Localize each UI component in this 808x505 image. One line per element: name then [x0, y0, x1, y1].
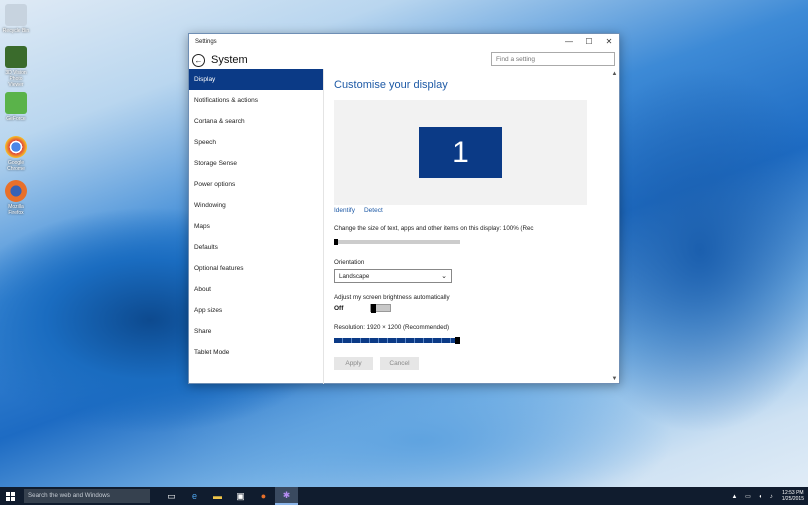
- desktop-icon-label: Recycle Bin: [2, 28, 30, 34]
- display-settings-panel: Customise your display 1 Identify Detect…: [334, 69, 612, 384]
- start-button[interactable]: [0, 487, 20, 505]
- apply-button[interactable]: Apply: [334, 357, 373, 370]
- system-tray: ▲ ▭ ◖ ♪ 12:53 PM 1/25/2015: [732, 487, 804, 505]
- orientation-value: Landscape: [339, 273, 370, 280]
- scale-slider-track[interactable]: [334, 240, 460, 244]
- scroll-down-icon[interactable]: ▼: [610, 374, 619, 384]
- minimize-button[interactable]: —: [559, 34, 579, 49]
- search-input[interactable]: Find a setting: [491, 52, 615, 66]
- recycle-bin-icon: [5, 4, 27, 26]
- page-title: System: [211, 54, 248, 66]
- brightness-toggle[interactable]: [370, 304, 391, 313]
- identify-link[interactable]: Identify: [334, 207, 355, 214]
- sidebar-item-maps[interactable]: Maps: [189, 216, 323, 237]
- file-explorer-icon[interactable]: ▬: [206, 487, 229, 505]
- window-title: Settings: [195, 38, 217, 45]
- close-button[interactable]: ✕: [599, 34, 619, 49]
- desktop-icon-label: 3D Vision Photo Viewer: [5, 70, 27, 88]
- cancel-button[interactable]: Cancel: [380, 357, 419, 370]
- store-icon[interactable]: ▣: [229, 487, 252, 505]
- desktop-icon-photo-viewer[interactable]: 3D Vision Photo Viewer: [2, 46, 30, 88]
- title-bar[interactable]: Settings — ☐ ✕: [189, 34, 619, 49]
- sidebar-item-tablet-mode[interactable]: Tablet Mode: [189, 342, 323, 363]
- display-links: Identify Detect: [334, 207, 383, 214]
- scroll-up-icon[interactable]: ▲: [610, 69, 619, 79]
- back-arrow-icon[interactable]: ←: [192, 53, 205, 67]
- sidebar-item-display[interactable]: Display: [189, 69, 323, 90]
- settings-taskbar-icon[interactable]: ✱: [275, 487, 298, 505]
- display-preview: 1: [334, 100, 587, 205]
- windows-logo-icon: [5, 491, 15, 501]
- photo-viewer-icon: [5, 46, 27, 68]
- geforce-icon: [5, 92, 27, 114]
- tray-icons[interactable]: ▲ ▭ ◖ ♪: [732, 493, 776, 500]
- clock[interactable]: 12:53 PM 1/25/2015: [782, 490, 804, 502]
- settings-window: Settings — ☐ ✕ ← System Find a setting D…: [188, 33, 620, 384]
- sidebar-item-about[interactable]: About: [189, 279, 323, 300]
- desktop-icon-firefox[interactable]: Mozilla Firefox: [2, 180, 30, 216]
- sidebar-item-app-sizes[interactable]: App sizes: [189, 300, 323, 321]
- sidebar-item-windowing[interactable]: Windowing: [189, 195, 323, 216]
- chrome-icon: [5, 136, 27, 158]
- desktop-icon-label: Google Chrome: [7, 160, 25, 172]
- sidebar-item-cortana[interactable]: Cortana & search: [189, 111, 323, 132]
- desktop-icon-recycle-bin[interactable]: Recycle Bin: [2, 4, 30, 34]
- chevron-down-icon: ⌄: [441, 273, 447, 280]
- desktop-icon-chrome[interactable]: Google Chrome: [2, 136, 30, 172]
- resolution-slider-track[interactable]: [334, 338, 460, 343]
- sidebar-item-share[interactable]: Share: [189, 321, 323, 342]
- taskbar: Search the web and Windows ▭ e ▬ ▣ ● ✱ ▲…: [0, 487, 808, 505]
- sidebar-item-notifications[interactable]: Notifications & actions: [189, 90, 323, 111]
- scale-label: Change the size of text, apps and other …: [334, 225, 534, 232]
- monitor-tile[interactable]: 1: [419, 127, 502, 178]
- browser-e-icon[interactable]: e: [183, 487, 206, 505]
- desktop-icon-label: GeForce: [6, 116, 26, 122]
- task-view-icon[interactable]: ▭: [160, 487, 183, 505]
- firefox-taskbar-icon[interactable]: ●: [252, 487, 275, 505]
- resolution-label: Resolution: 1920 × 1200 (Recommended): [334, 324, 450, 331]
- sidebar-item-storage-sense[interactable]: Storage Sense: [189, 153, 323, 174]
- scrollbar[interactable]: ▲ ▼: [610, 69, 619, 384]
- brightness-label: Adjust my screen brightness automaticall…: [334, 294, 450, 301]
- toggle-knob: [371, 304, 376, 313]
- desktop-icon-label: Mozilla Firefox: [8, 204, 24, 216]
- settings-header: ← System Find a setting: [189, 49, 619, 71]
- taskbar-search-input[interactable]: Search the web and Windows: [24, 489, 150, 503]
- resolution-slider-thumb[interactable]: [455, 337, 460, 344]
- orientation-label: Orientation: [334, 259, 365, 266]
- orientation-dropdown[interactable]: Landscape ⌄: [334, 269, 452, 283]
- maximize-button[interactable]: ☐: [579, 34, 599, 49]
- firefox-icon: [5, 180, 27, 202]
- sidebar-item-power-options[interactable]: Power options: [189, 174, 323, 195]
- clock-date: 1/25/2015: [781, 496, 804, 502]
- window-controls: — ☐ ✕: [559, 34, 619, 49]
- desktop-icon-geforce[interactable]: GeForce: [2, 92, 30, 122]
- sidebar: Display Notifications & actions Cortana …: [189, 69, 324, 384]
- sidebar-item-speech[interactable]: Speech: [189, 132, 323, 153]
- sidebar-item-defaults[interactable]: Defaults: [189, 237, 323, 258]
- section-heading: Customise your display: [334, 79, 448, 91]
- brightness-state: Off: [334, 305, 344, 312]
- sidebar-item-optional-features[interactable]: Optional features: [189, 258, 323, 279]
- scale-slider-thumb[interactable]: [334, 239, 338, 245]
- detect-link[interactable]: Detect: [364, 207, 383, 214]
